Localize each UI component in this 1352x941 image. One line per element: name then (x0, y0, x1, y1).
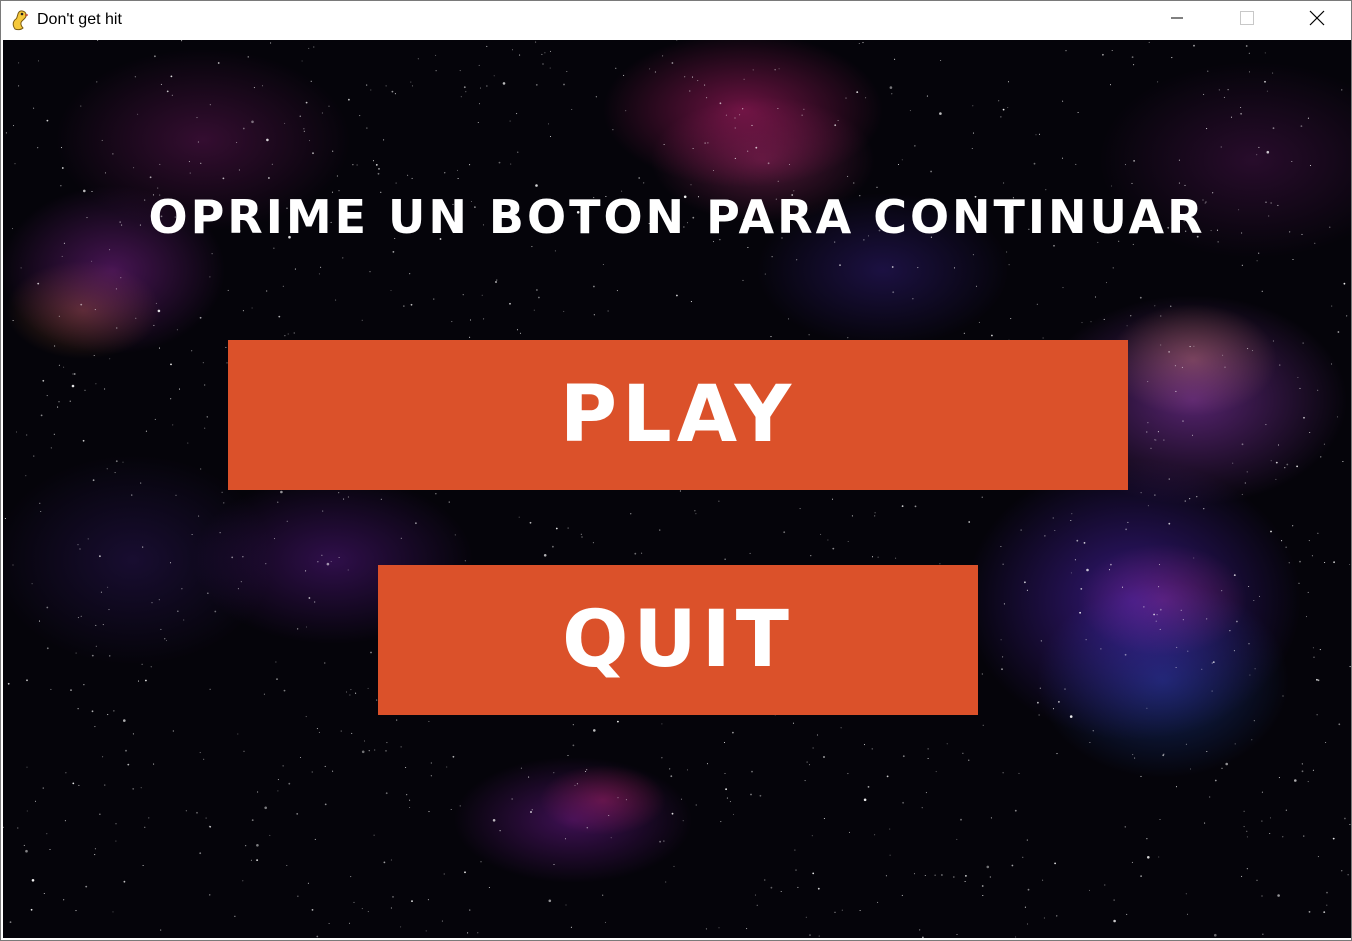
game-canvas[interactable]: OPRIME UN BOTON PARA CONTINUAR PLAY QUIT (3, 40, 1351, 938)
quit-button[interactable]: QUIT (378, 565, 978, 715)
title-bar[interactable]: Don't get hit (1, 1, 1351, 39)
window-title: Don't get hit (37, 11, 122, 28)
play-button[interactable]: PLAY (228, 340, 1128, 490)
pygame-snake-icon (9, 9, 31, 31)
maximize-icon (1240, 10, 1254, 30)
close-icon (1309, 10, 1325, 31)
maximize-button[interactable] (1212, 1, 1282, 39)
play-button-label: PLAY (559, 370, 797, 460)
minimize-button[interactable] (1142, 1, 1212, 39)
close-button[interactable] (1282, 1, 1351, 39)
minimize-icon (1171, 11, 1183, 29)
game-window: Don't get hit OPRIME UN BOTON PARA CONTI… (0, 0, 1352, 941)
continue-prompt: OPRIME UN BOTON PARA CONTINUAR (148, 190, 1206, 244)
quit-button-label: QUIT (562, 595, 794, 685)
